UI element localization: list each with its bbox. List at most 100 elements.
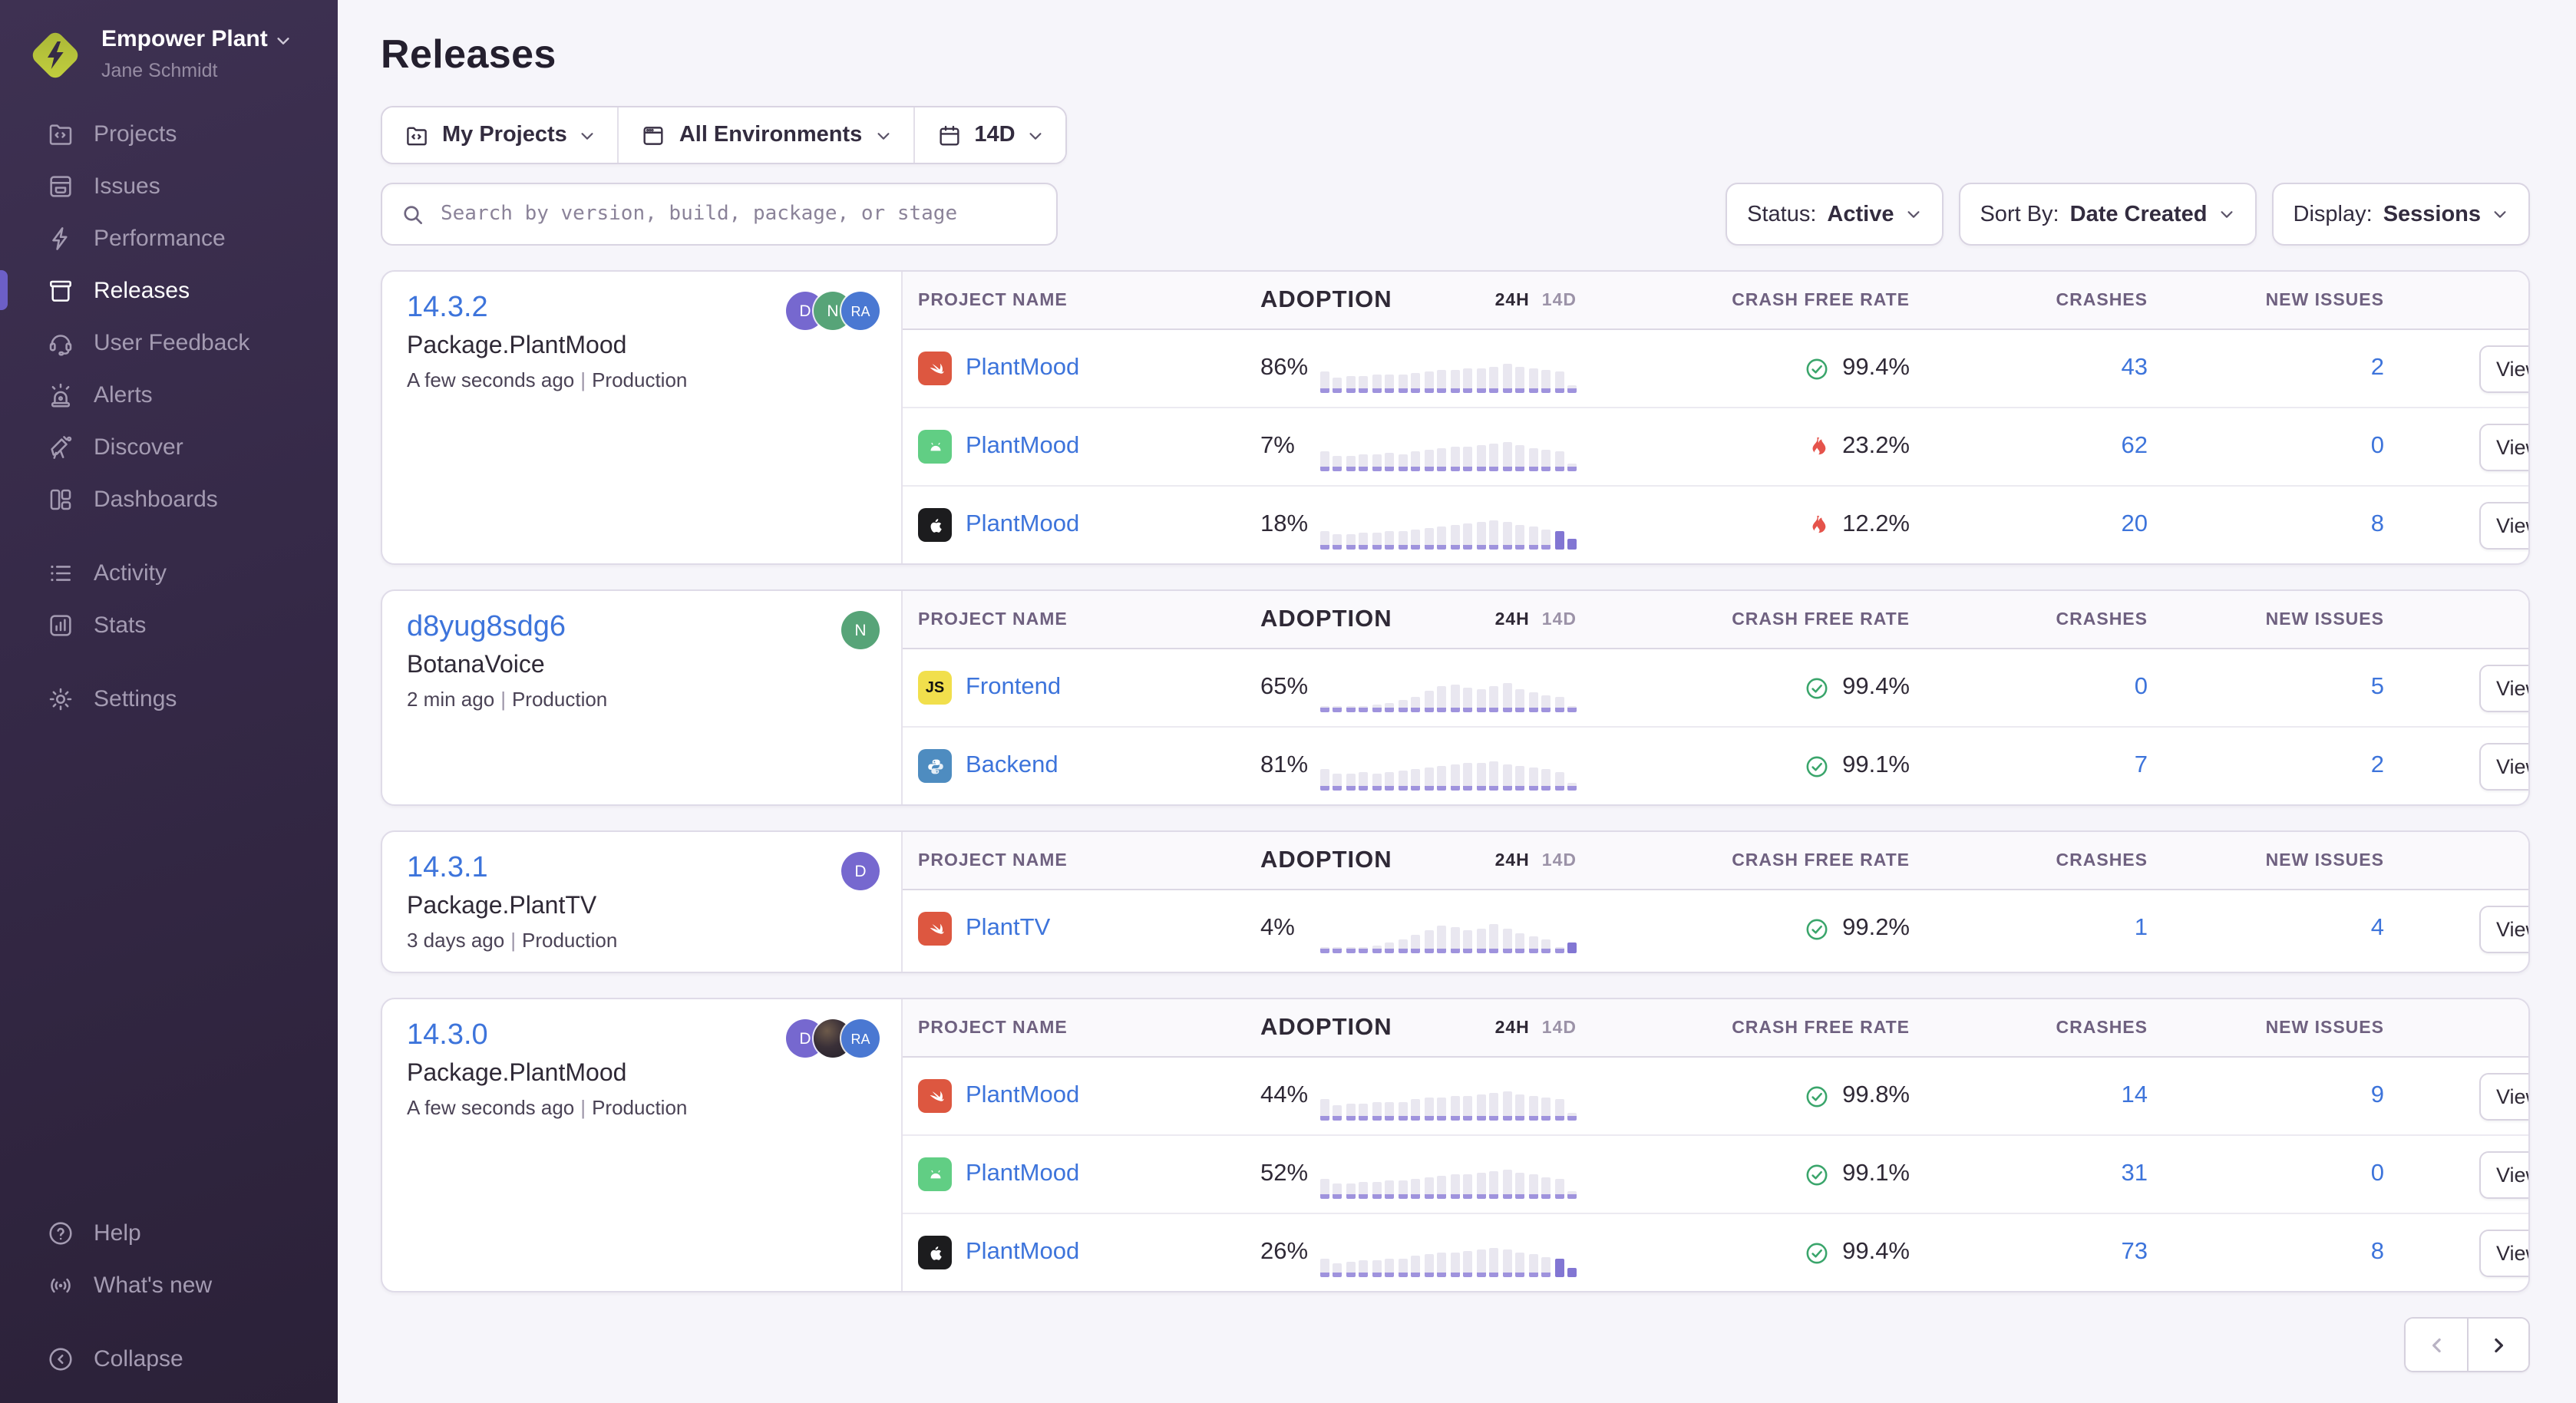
sidebar-item-stats[interactable]: Stats xyxy=(0,599,338,651)
crashes-count[interactable]: 1 xyxy=(2135,915,2148,941)
view-button[interactable]: View xyxy=(2479,1150,2530,1198)
org-switcher[interactable]: Empower Plant Jane Schmidt xyxy=(0,0,338,107)
new-issues-count[interactable]: 4 xyxy=(2371,915,2384,941)
sidebar-item-projects[interactable]: Projects xyxy=(0,107,338,160)
avatar[interactable]: N xyxy=(841,611,880,649)
release-meta: 3 days ago|Production xyxy=(407,929,877,952)
new-issues-count[interactable]: 8 xyxy=(2371,511,2384,537)
crash-free-value: 99.1% xyxy=(1842,752,1910,780)
sidebar-item-dashboards[interactable]: Dashboards xyxy=(0,473,338,525)
table-row: Backend 81% 99.1% 7 2 View xyxy=(903,726,2530,804)
crash-free-value: 99.4% xyxy=(1842,674,1910,702)
avatar[interactable]: RA xyxy=(841,1019,880,1058)
sidebar-item-settings[interactable]: Settings xyxy=(0,672,338,725)
col-project-name: PROJECT NAME xyxy=(903,851,1243,870)
sidebar-item-help[interactable]: Help xyxy=(0,1207,338,1259)
view-button[interactable]: View xyxy=(2479,1072,2530,1120)
release-package: Package.PlantMood xyxy=(407,1061,877,1088)
previous-page-button[interactable] xyxy=(2406,1319,2467,1371)
crashes-count[interactable]: 43 xyxy=(2122,355,2148,381)
view-button[interactable]: View xyxy=(2479,345,2530,392)
crashes-count[interactable]: 62 xyxy=(2122,433,2148,459)
sidebar-item-alerts[interactable]: Alerts xyxy=(0,368,338,421)
sidebar-item-user-feedback[interactable]: User Feedback xyxy=(0,316,338,368)
sidebar-item-issues[interactable]: Issues xyxy=(0,160,338,212)
search-input[interactable] xyxy=(438,201,1038,227)
trend-24h-toggle[interactable]: 24H xyxy=(1495,1018,1530,1037)
display-dropdown[interactable]: Display: Sessions xyxy=(2272,183,2531,246)
new-issues-count[interactable]: 9 xyxy=(2371,1082,2384,1108)
new-issues-count[interactable]: 0 xyxy=(2371,1160,2384,1187)
crashes-count[interactable]: 73 xyxy=(2122,1239,2148,1265)
folder-code-icon xyxy=(404,122,430,148)
project-link[interactable]: PlantTV xyxy=(966,915,1050,942)
release-version-link[interactable]: d8yug8sdg6 xyxy=(407,611,877,645)
sort-by-dropdown[interactable]: Sort By: Date Created xyxy=(1958,183,2256,246)
release-info: 14.3.0 Package.PlantMood A few seconds a… xyxy=(382,999,903,1291)
new-issues-count[interactable]: 2 xyxy=(2371,355,2384,381)
platform-icon-apple xyxy=(918,508,952,542)
trend-14d-toggle[interactable]: 14D xyxy=(1542,1018,1577,1037)
trend-24h-toggle[interactable]: 24H xyxy=(1495,291,1530,309)
new-issues-count[interactable]: 0 xyxy=(2371,433,2384,459)
sidebar-item-performance[interactable]: Performance xyxy=(0,212,338,264)
view-button[interactable]: View xyxy=(2479,905,2530,952)
sidebar-item-discover[interactable]: Discover xyxy=(0,421,338,473)
crashes-count[interactable]: 14 xyxy=(2122,1082,2148,1108)
project-link[interactable]: PlantMood xyxy=(966,511,1079,539)
status-dropdown[interactable]: Status: Active xyxy=(1726,183,1943,246)
trend-24h-toggle[interactable]: 24H xyxy=(1495,851,1530,870)
avatar[interactable]: RA xyxy=(841,292,880,330)
table-row: PlantMood 86% 99.4% 43 2 View xyxy=(903,330,2530,407)
crashes-count[interactable]: 20 xyxy=(2122,511,2148,537)
release-card: 14.3.0 Package.PlantMood A few seconds a… xyxy=(381,998,2530,1292)
page-filter-bar: My Projects All Environments 14D xyxy=(381,106,1068,164)
view-button[interactable]: View xyxy=(2479,664,2530,711)
platform-icon-python xyxy=(918,749,952,783)
next-page-button[interactable] xyxy=(2467,1319,2528,1371)
crashes-count[interactable]: 0 xyxy=(2135,674,2148,700)
project-link[interactable]: PlantMood xyxy=(966,1239,1079,1266)
trend-sparkline xyxy=(1319,672,1577,712)
sidebar-item-activity[interactable]: Activity xyxy=(0,546,338,599)
crashes-count[interactable]: 31 xyxy=(2122,1160,2148,1187)
view-button[interactable]: View xyxy=(2479,423,2530,470)
view-button[interactable]: View xyxy=(2479,742,2530,790)
view-button[interactable]: View xyxy=(2479,501,2530,549)
sidebar-item-releases[interactable]: Releases xyxy=(0,264,338,316)
table-row: PlantMood 18% 12.2% 20 8 View xyxy=(903,485,2530,563)
adoption-value: 65% xyxy=(1243,674,1326,702)
table-header-row: PROJECT NAME ADOPTION 24H 14D CRASH FREE… xyxy=(903,999,2530,1058)
sidebar-item-label: Issues xyxy=(94,173,160,199)
window-icon xyxy=(641,122,667,148)
project-link[interactable]: PlantMood xyxy=(966,433,1079,461)
platform-icon-swift xyxy=(918,1079,952,1113)
crash-free-value: 99.8% xyxy=(1842,1082,1910,1110)
avatar[interactable]: D xyxy=(841,852,880,890)
sidebar-collapse-button[interactable]: Collapse xyxy=(0,1332,338,1385)
project-link[interactable]: PlantMood xyxy=(966,1160,1079,1188)
sidebar-item-label: What's new xyxy=(94,1272,212,1298)
crashes-count[interactable]: 7 xyxy=(2135,752,2148,778)
trend-14d-toggle[interactable]: 14D xyxy=(1542,291,1577,309)
new-issues-count[interactable]: 8 xyxy=(2371,1239,2384,1265)
org-name: Empower Plant xyxy=(101,26,292,55)
date-range-filter[interactable]: 14D xyxy=(913,107,1065,163)
environment-filter[interactable]: All Environments xyxy=(618,107,913,163)
release-version-link[interactable]: 14.3.1 xyxy=(407,852,877,886)
release-avatars: D xyxy=(841,852,880,890)
sidebar-item-whats-new[interactable]: What's new xyxy=(0,1259,338,1311)
adoption-value: 52% xyxy=(1243,1160,1326,1188)
trend-14d-toggle[interactable]: 14D xyxy=(1542,610,1577,629)
project-link[interactable]: Frontend xyxy=(966,674,1061,702)
project-link[interactable]: PlantMood xyxy=(966,1082,1079,1110)
new-issues-count[interactable]: 5 xyxy=(2371,674,2384,700)
view-button[interactable]: View xyxy=(2479,1229,2530,1276)
help-icon xyxy=(46,1218,75,1247)
trend-24h-toggle[interactable]: 24H xyxy=(1495,610,1530,629)
project-filter[interactable]: My Projects xyxy=(382,107,618,163)
project-link[interactable]: PlantMood xyxy=(966,355,1079,382)
trend-14d-toggle[interactable]: 14D xyxy=(1542,851,1577,870)
new-issues-count[interactable]: 2 xyxy=(2371,752,2384,778)
project-link[interactable]: Backend xyxy=(966,752,1058,780)
